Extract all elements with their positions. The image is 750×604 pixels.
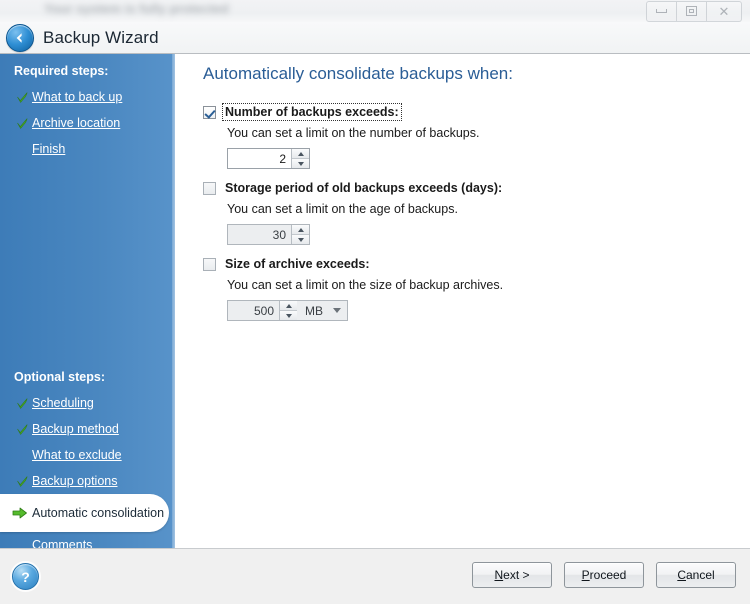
- sidebar-item-backup-options[interactable]: Backup options: [0, 468, 175, 494]
- checkbox-storage-period[interactable]: [203, 181, 216, 195]
- option-label: Storage period of old backups exceeds (d…: [225, 181, 503, 195]
- caret-up-icon: [285, 303, 292, 308]
- chevron-down-icon: [333, 308, 341, 313]
- option-control: 30: [227, 224, 504, 245]
- cancel-accelerator: C: [677, 568, 686, 582]
- option-archive-size: Size of archive exceeds: You can set a l…: [203, 256, 503, 321]
- spinner-buttons: [291, 149, 309, 168]
- restore-button[interactable]: [677, 0, 707, 22]
- option-description: You can set a limit on the age of backup…: [227, 202, 458, 216]
- option-control: 500 MB: [227, 300, 503, 321]
- spinner-up-button[interactable]: [280, 301, 297, 310]
- close-button[interactable]: ✕: [707, 0, 742, 22]
- backdrop-text: Your system is fully protected: [44, 1, 229, 16]
- cancel-label: ancel: [685, 568, 715, 582]
- sidebar-item-label: Archive location: [32, 116, 121, 130]
- option-storage-period: Storage period of old backups exceeds (d…: [203, 180, 504, 245]
- sidebar-item-label: Comments: [32, 538, 93, 548]
- option-row: Storage period of old backups exceeds (d…: [203, 180, 504, 196]
- sidebar-item-what-to-exclude[interactable]: What to exclude: [0, 442, 175, 468]
- check-icon: [14, 397, 30, 410]
- option-description: You can set a limit on the number of bac…: [227, 126, 480, 140]
- sidebar-item-label: What to back up: [32, 90, 123, 104]
- spinner-value[interactable]: 2: [228, 149, 291, 168]
- backup-wizard-window: Your system is fully protected ✕ Backup …: [0, 0, 750, 604]
- sidebar-item-label: Scheduling: [32, 396, 94, 410]
- sidebar-item-archive-location[interactable]: Archive location: [0, 110, 175, 136]
- minimize-button[interactable]: [646, 0, 677, 22]
- minimize-icon: [656, 9, 667, 13]
- option-row: Number of backups exceeds:: [203, 103, 479, 121]
- main-panel: Automatically consolidate backups when: …: [175, 54, 750, 548]
- backdrop-strip: Your system is fully protected: [0, 0, 750, 22]
- spinner-number-of-backups[interactable]: 2: [227, 148, 310, 169]
- sidebar-item-finish[interactable]: Finish: [0, 136, 175, 162]
- close-icon: ✕: [718, 3, 730, 19]
- check-icon: [14, 117, 30, 130]
- caret-down-icon: [297, 237, 304, 242]
- spinner-buttons: [279, 301, 297, 320]
- window-controls: ✕: [646, 0, 742, 22]
- back-arrow-icon: [16, 32, 22, 43]
- sidebar-item-what-to-back-up[interactable]: What to back up: [0, 84, 175, 110]
- spinner-down-button[interactable]: [292, 158, 309, 168]
- sidebar-item-label: Finish: [32, 142, 66, 156]
- sidebar-item-comments[interactable]: Comments: [0, 532, 175, 548]
- spinner-archive-size[interactable]: 500: [227, 300, 297, 321]
- caret-up-icon: [297, 227, 304, 232]
- caret-down-icon: [285, 313, 292, 318]
- option-label: Size of archive exceeds:: [225, 257, 370, 271]
- optional-steps-heading: Optional steps:: [14, 370, 105, 384]
- wizard-header: Backup Wizard: [0, 22, 750, 54]
- sidebar-item-label: Backup method: [32, 422, 119, 436]
- main-heading: Automatically consolidate backups when:: [203, 64, 513, 83]
- option-number-of-backups: Number of backups exceeds: You can set a…: [203, 103, 480, 169]
- back-button[interactable]: [6, 23, 34, 52]
- next-label: ext >: [503, 568, 530, 582]
- cancel-button[interactable]: Cancel: [656, 562, 736, 588]
- spinner-value[interactable]: 30: [228, 225, 291, 244]
- sidebar-item-label: What to exclude: [32, 448, 122, 462]
- spinner-storage-period[interactable]: 30: [227, 224, 310, 245]
- sidebar-item-scheduling[interactable]: Scheduling: [0, 390, 175, 416]
- option-control: 2: [227, 148, 479, 169]
- unit-dropdown-archive-size[interactable]: MB: [297, 300, 348, 321]
- proceed-label: roceed: [589, 568, 627, 582]
- option-row: Size of archive exceeds:: [203, 256, 503, 272]
- sidebar-item-backup-method[interactable]: Backup method: [0, 416, 175, 442]
- sidebar-item-label: Automatic consolidation: [32, 505, 165, 520]
- sidebar-item-label: Backup options: [32, 474, 118, 488]
- next-accelerator: N: [494, 568, 504, 582]
- unit-value: MB: [305, 303, 323, 318]
- spinner-down-button[interactable]: [280, 310, 297, 320]
- proceed-button[interactable]: Proceed: [564, 562, 644, 588]
- sidebar-item-automatic-consolidation[interactable]: Automatic consolidation: [0, 494, 169, 532]
- footer-button-row: Next > Proceed Cancel: [472, 562, 736, 588]
- spinner-up-button[interactable]: [292, 149, 309, 158]
- spinner-down-button[interactable]: [292, 234, 309, 244]
- caret-down-icon: [297, 161, 304, 166]
- checkbox-number-of-backups[interactable]: [203, 105, 216, 119]
- next-button[interactable]: Next >: [472, 562, 552, 588]
- spinner-buttons: [291, 225, 309, 244]
- green-arrow-icon: [10, 506, 30, 520]
- restore-icon: [686, 6, 697, 16]
- check-icon: [14, 91, 30, 104]
- spinner-value[interactable]: 500: [228, 301, 279, 320]
- option-label: Number of backups exceeds:: [222, 103, 402, 121]
- proceed-accelerator: P: [581, 568, 590, 582]
- required-steps-heading: Required steps:: [14, 64, 109, 78]
- spinner-up-button[interactable]: [292, 225, 309, 234]
- caret-up-icon: [297, 151, 304, 156]
- help-button[interactable]: ?: [12, 563, 39, 590]
- page-title: Backup Wizard: [43, 27, 159, 47]
- check-icon: [14, 423, 30, 436]
- checkbox-archive-size[interactable]: [203, 257, 216, 271]
- check-icon: [14, 475, 30, 488]
- option-description: You can set a limit on the size of backu…: [227, 278, 504, 292]
- wizard-footer: ? Next > Proceed Cancel: [0, 548, 750, 604]
- wizard-sidebar: Required steps: What to back up Archive …: [0, 54, 175, 548]
